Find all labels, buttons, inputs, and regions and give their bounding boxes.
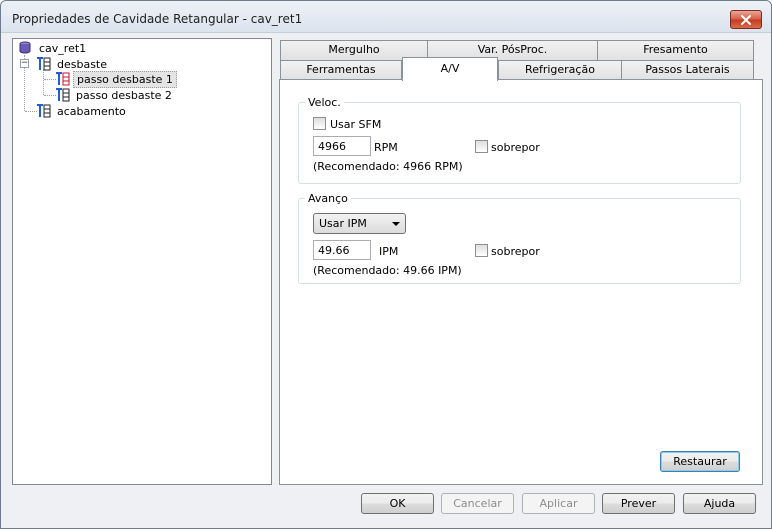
- speed-rpm-input[interactable]: 4966: [313, 136, 371, 156]
- restore-button[interactable]: Restaurar: [660, 451, 740, 472]
- tree-item-passo-desbaste-1[interactable]: passo desbaste 1: [55, 70, 177, 88]
- feed-group-title: Avanço: [305, 192, 351, 205]
- speed-recommended: (Recomendado: 4966 RPM): [313, 160, 463, 173]
- use-sfm-label: Usar SFM: [330, 118, 382, 131]
- close-button[interactable]: [730, 10, 762, 29]
- preview-button[interactable]: Prever: [602, 493, 675, 514]
- tree-item-acabamento[interactable]: acabamento: [36, 103, 129, 119]
- help-button[interactable]: Ajuda: [683, 493, 756, 514]
- speed-override-checkbox[interactable]: [475, 140, 488, 153]
- milling-operation-icon: [37, 57, 51, 71]
- feed-unit-label: IPM: [379, 245, 399, 258]
- speed-unit-label: RPM: [374, 141, 398, 154]
- tab-refrigeracao[interactable]: Refrigeração: [498, 60, 622, 80]
- feed-override-label: sobrepor: [491, 245, 540, 258]
- tree-item-label: passo desbaste 1: [73, 70, 177, 88]
- tree-item-label: passo desbaste 2: [76, 88, 172, 102]
- milling-operation-icon: [37, 104, 51, 118]
- tree-item-label: acabamento: [57, 104, 126, 118]
- tree-item-label: cav_ret1: [39, 41, 87, 55]
- apply-button[interactable]: Aplicar: [522, 493, 595, 514]
- collapse-toggle[interactable]: −: [20, 59, 29, 68]
- tab-av[interactable]: A/V: [402, 57, 498, 81]
- use-sfm-checkbox[interactable]: [313, 117, 326, 130]
- milling-pass-icon: [56, 88, 70, 102]
- tree-item-root[interactable]: cav_ret1: [18, 40, 89, 56]
- feed-recommended: (Recomendado: 49.66 IPM): [313, 264, 462, 277]
- speed-group: Veloc. Usar SFM 4966 RPM sobrepor (Recom…: [298, 96, 741, 184]
- properties-dialog: Propriedades de Cavidade Retangular - ca…: [0, 0, 772, 529]
- tab-panel-av: Veloc. Usar SFM 4966 RPM sobrepor (Recom…: [279, 79, 763, 485]
- tab-ferramentas[interactable]: Ferramentas: [280, 60, 402, 80]
- speed-group-title: Veloc.: [305, 96, 344, 109]
- cancel-button[interactable]: Cancelar: [441, 493, 514, 514]
- tree-item-passo-desbaste-2[interactable]: passo desbaste 2: [55, 87, 175, 103]
- tab-fresamento[interactable]: Fresamento: [597, 40, 754, 60]
- chevron-down-icon: [392, 222, 400, 226]
- speed-override-label: sobrepor: [491, 141, 540, 154]
- feed-ipm-input[interactable]: 49.66: [313, 240, 371, 260]
- tab-passos-laterais[interactable]: Passos Laterais: [621, 60, 754, 80]
- operation-tree[interactable]: cav_ret1 − desbaste passo desbaste 1 pas…: [12, 38, 272, 485]
- title-bar[interactable]: Propriedades de Cavidade Retangular - ca…: [1, 1, 771, 33]
- part-cylinder-icon: [19, 41, 31, 54]
- tree-connector: [43, 69, 44, 95]
- tree-item-label: desbaste: [57, 57, 108, 71]
- feed-mode-value: Usar IPM: [319, 217, 367, 230]
- window-title: Propriedades de Cavidade Retangular - ca…: [12, 12, 303, 26]
- feed-group: Avanço Usar IPM 49.66 IPM sobrepor (Reco…: [298, 192, 741, 284]
- feed-override-checkbox[interactable]: [475, 244, 488, 257]
- feed-mode-dropdown[interactable]: Usar IPM: [313, 213, 406, 234]
- milling-pass-icon: [56, 72, 70, 86]
- close-icon: [741, 14, 751, 25]
- ok-button[interactable]: OK: [361, 493, 434, 514]
